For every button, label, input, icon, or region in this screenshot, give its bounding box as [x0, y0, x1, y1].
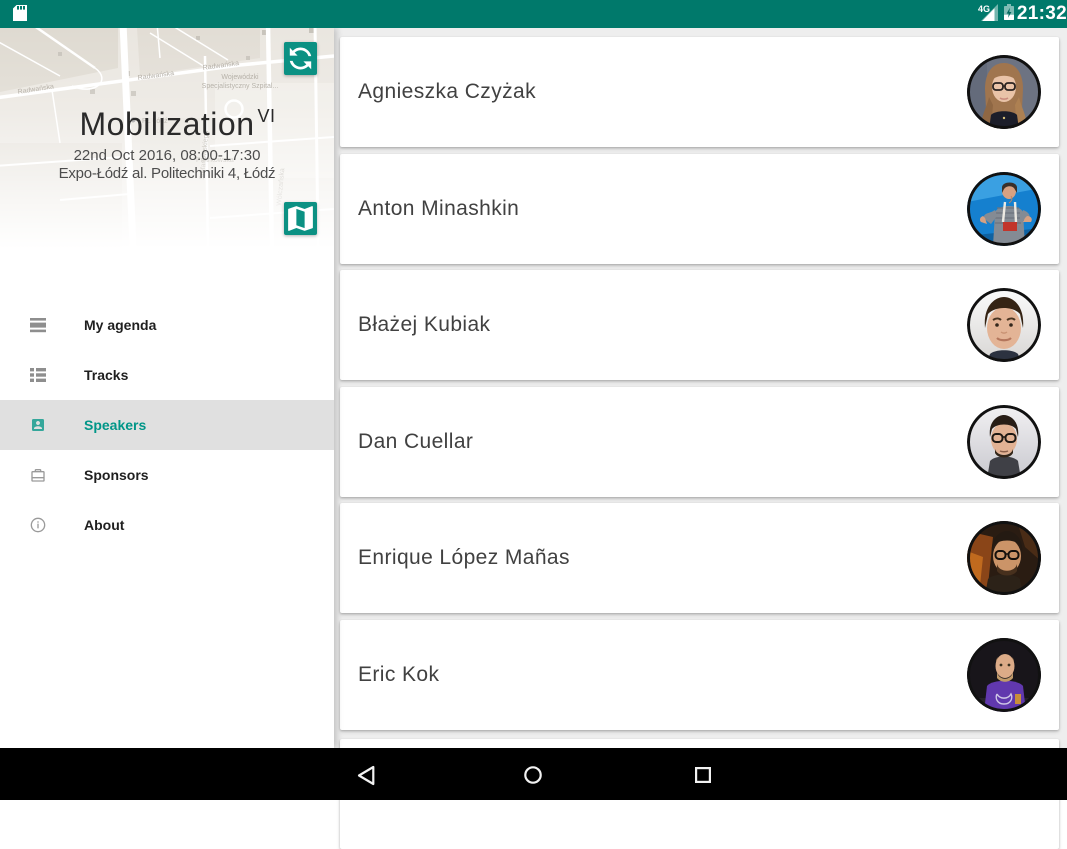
svg-text:4G: 4G [978, 4, 990, 14]
